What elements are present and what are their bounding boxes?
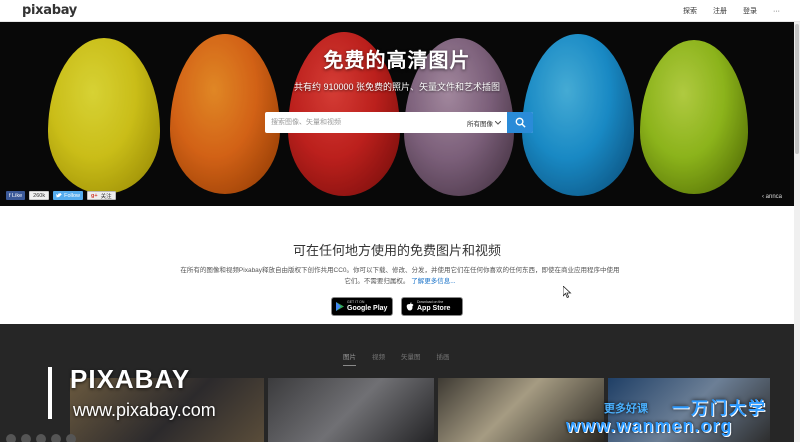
tab-videos[interactable]: 视频 xyxy=(372,351,385,366)
wanmen-url: www.wanmen.org xyxy=(566,416,733,436)
app-store-label: App Store xyxy=(417,304,451,312)
twitter-follow-button[interactable]: Follow xyxy=(53,191,83,200)
hero-title: 免费的高清图片 xyxy=(323,50,471,72)
google-plus-icon: g+ xyxy=(91,192,98,199)
google-play-icon xyxy=(336,302,344,311)
search-bar: 所有图像 xyxy=(265,112,533,133)
twitter-follow-label: Follow xyxy=(64,192,80,199)
tab-photos[interactable]: 图片 xyxy=(343,351,356,366)
gallery-tabs: 图片 视频 矢量图 插画 xyxy=(343,351,450,366)
social-icon[interactable] xyxy=(6,434,16,442)
gallery-thumbnail[interactable] xyxy=(268,378,434,442)
search-button[interactable] xyxy=(507,112,533,133)
photo-credit[interactable]: ‹ annca xyxy=(762,194,782,200)
watermark-url: www.pixabay.com xyxy=(73,400,216,420)
scrollbar-thumb[interactable] xyxy=(795,24,799,154)
social-icon[interactable] xyxy=(66,434,76,442)
hero-subtitle: 共有约 910000 张免费的照片、矢量文件和艺术插图 xyxy=(293,82,501,92)
more-menu-icon[interactable]: ··· xyxy=(773,8,780,15)
footer-social-icons xyxy=(6,434,76,442)
google-play-badge[interactable]: GET IT ON Google Play xyxy=(331,297,393,316)
twitter-icon xyxy=(56,193,63,198)
credit-author: annca xyxy=(765,194,782,200)
social-icon[interactable] xyxy=(36,434,46,442)
learn-more-link[interactable]: 了解更多信息... xyxy=(411,278,455,285)
google-play-label: Google Play xyxy=(347,304,388,312)
nav-explore[interactable]: 探索 xyxy=(683,6,697,16)
info-description: 在所有的图像和视频Pixabay释放自由版权下创作共用CC0。你可以下载、修改、… xyxy=(180,265,620,287)
watermark-bar xyxy=(48,367,52,419)
social-icon[interactable] xyxy=(51,434,61,442)
info-section: 可在任何地方使用的免费图片和视频 在所有的图像和视频Pixabay释放自由版权下… xyxy=(0,206,794,324)
search-icon xyxy=(515,117,526,128)
app-store-badge[interactable]: Download on the App Store xyxy=(401,297,463,316)
app-store-badges: GET IT ON Google Play Download on the Ap… xyxy=(0,297,794,316)
top-navbar: pixabay 探索 注册 登录 ··· xyxy=(0,0,800,22)
info-title: 可在任何地方使用的免费图片和视频 xyxy=(292,243,501,258)
nav-login[interactable]: 登录 xyxy=(743,6,757,16)
search-filter-dropdown[interactable]: 所有图像 xyxy=(461,118,507,128)
social-icon[interactable] xyxy=(21,434,31,442)
chevron-down-icon xyxy=(495,120,501,125)
google-plus-label: 关注 xyxy=(100,193,112,200)
google-plus-follow-button[interactable]: g+ 关注 xyxy=(87,191,116,200)
tab-illustrations[interactable]: 插画 xyxy=(437,351,450,366)
facebook-like-count: 260k xyxy=(29,191,50,200)
nav-register[interactable]: 注册 xyxy=(713,6,727,16)
pixabay-logo[interactable]: pixabay xyxy=(22,3,77,18)
wanmen-slogan: 更多好课 xyxy=(604,403,648,415)
search-input[interactable] xyxy=(265,112,461,133)
hero-banner: 免费的高清图片 共有约 910000 张免费的照片、矢量文件和艺术插图 所有图像… xyxy=(0,22,794,206)
apple-icon xyxy=(406,302,414,311)
mouse-cursor-icon xyxy=(563,286,572,298)
tab-vectors[interactable]: 矢量图 xyxy=(401,351,421,366)
search-filter-label: 所有图像 xyxy=(467,120,493,128)
info-description-text: 在所有的图像和视频Pixabay释放自由版权下创作共用CC0。你可以下载、修改、… xyxy=(180,267,620,285)
top-nav: 探索 注册 登录 ··· xyxy=(683,0,780,22)
facebook-like-button[interactable]: f Like xyxy=(6,191,26,200)
watermark-title: PIXABAY xyxy=(70,364,191,394)
social-buttons: f Like 260k Follow g+ 关注 xyxy=(6,191,116,200)
